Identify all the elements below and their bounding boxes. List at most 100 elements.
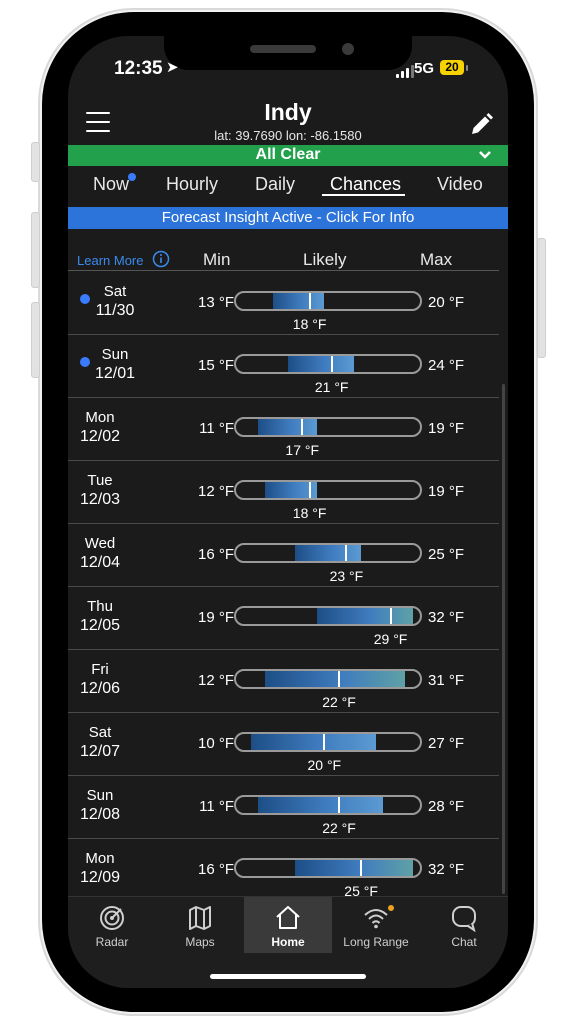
- tab-bar: Now Hourly Daily Chances Video: [68, 166, 508, 208]
- likely-marker: [330, 356, 333, 372]
- min-temp: 10 °F: [197, 735, 234, 752]
- temp-range-fill: [265, 671, 406, 687]
- max-temp: 19 °F: [428, 420, 465, 437]
- tab-hourly[interactable]: Hourly: [166, 174, 218, 195]
- likely-temp: 29 °F: [373, 631, 408, 647]
- info-icon[interactable]: [152, 250, 170, 268]
- temp-range-track: [234, 858, 422, 878]
- speaker: [250, 45, 316, 53]
- forecast-row[interactable]: Sat 11/30 13 °F 20 °F 18 °F: [68, 272, 499, 335]
- day-name: Thu: [87, 598, 113, 615]
- forecast-row[interactable]: Wed 12/04 16 °F 25 °F 23 °F: [68, 524, 499, 587]
- location-arrow-icon: ➤: [166, 59, 179, 76]
- max-temp: 31 °F: [428, 672, 465, 689]
- forecast-row[interactable]: Mon 12/02 11 °F 19 °F 17 °F: [68, 398, 499, 461]
- likely-marker: [360, 860, 363, 876]
- mute-switch: [31, 142, 40, 182]
- battery-tip: [466, 65, 468, 71]
- min-temp: 15 °F: [197, 357, 234, 374]
- temp-range-track: [234, 795, 422, 815]
- likely-marker: [345, 545, 348, 561]
- max-temp: 28 °F: [428, 798, 465, 815]
- temp-range-track: [234, 732, 422, 752]
- radar-icon: [100, 906, 124, 930]
- temp-range-fill: [258, 797, 384, 813]
- header-divider: [68, 270, 499, 271]
- max-column-header: Max: [420, 250, 453, 269]
- volume-up-button: [31, 212, 40, 288]
- likely-temp: 18 °F: [292, 505, 327, 521]
- day-name: Sat: [103, 283, 127, 300]
- temp-range-fill: [287, 356, 354, 372]
- forecast-row[interactable]: Fri 12/06 12 °F 31 °F 22 °F: [68, 650, 499, 713]
- tab-video[interactable]: Video: [437, 174, 483, 195]
- temp-range-track: [234, 669, 422, 689]
- likely-marker: [323, 734, 326, 750]
- insight-text: Forecast Insight Active - Click For Info: [161, 209, 415, 226]
- temp-range-fill: [316, 608, 413, 624]
- status-time: 12:35: [114, 58, 163, 79]
- map-icon: [189, 906, 211, 930]
- day-date: 12/04: [79, 554, 121, 571]
- max-temp: 32 °F: [428, 609, 465, 626]
- active-tab-underline: [322, 194, 405, 196]
- nav-label: Chat: [451, 935, 477, 949]
- forecast-row[interactable]: Mon 12/09 16 °F 32 °F 25 °F: [68, 839, 499, 902]
- nav-label: Maps: [185, 935, 215, 949]
- forecast-row[interactable]: Sat 12/07 10 °F 27 °F 20 °F: [68, 713, 499, 776]
- scrollbar[interactable]: [502, 384, 505, 894]
- likely-temp: 17 °F: [285, 442, 320, 458]
- forecast-row[interactable]: Sun 12/01 15 °F 24 °F 21 °F: [68, 335, 499, 398]
- tab-daily[interactable]: Daily: [255, 174, 295, 195]
- likely-marker: [338, 671, 341, 687]
- power-button: [537, 238, 546, 358]
- learn-more-link[interactable]: Learn More: [77, 253, 143, 268]
- likely-column-header: Likely: [303, 250, 347, 269]
- likely-marker: [301, 419, 304, 435]
- edit-pencil-icon[interactable]: [468, 112, 494, 138]
- temp-range-fill: [294, 545, 362, 561]
- notch: [164, 36, 412, 70]
- tab-now[interactable]: Now: [93, 174, 129, 195]
- nav-long-range[interactable]: Long Range: [332, 897, 420, 953]
- alert-bar[interactable]: All Clear: [68, 145, 508, 166]
- nav-maps[interactable]: Maps: [156, 897, 244, 953]
- day-name: Sat: [88, 724, 112, 741]
- min-temp: 13 °F: [197, 294, 234, 311]
- nav-radar[interactable]: Radar: [68, 897, 156, 953]
- max-temp: 24 °F: [428, 357, 465, 374]
- tab-chances[interactable]: Chances: [330, 174, 401, 195]
- app-screen: 12:35 ➤ 5G 20 Indy lat: 39.7690 lon: -86…: [68, 36, 508, 988]
- likely-temp: 18 °F: [292, 316, 327, 332]
- day-date: 11/30: [95, 302, 135, 319]
- day-name: Wed: [84, 535, 116, 552]
- home-indicator[interactable]: [210, 974, 366, 979]
- day-date: 12/05: [79, 617, 121, 634]
- chat-icon: [452, 906, 476, 932]
- min-temp: 19 °F: [197, 609, 234, 626]
- temp-range-fill: [258, 419, 317, 435]
- location-title[interactable]: Indy: [68, 99, 508, 126]
- nav-chat[interactable]: Chat: [420, 897, 508, 953]
- day-date: 12/01: [94, 365, 136, 382]
- forecast-insight-banner[interactable]: Forecast Insight Active - Click For Info: [68, 207, 508, 229]
- temp-range-track: [234, 543, 422, 563]
- day-name: Sun: [101, 346, 129, 363]
- nav-label: Long Range: [343, 935, 409, 949]
- forecast-row[interactable]: Sun 12/08 11 °F 28 °F 22 °F: [68, 776, 499, 839]
- forecast-row[interactable]: Thu 12/05 19 °F 32 °F 29 °F: [68, 587, 499, 650]
- likely-temp: 20 °F: [307, 757, 342, 773]
- nav-label: Radar: [95, 935, 129, 949]
- location-coords: lat: 39.7690 lon: -86.1580: [214, 128, 362, 143]
- network-type: 5G: [414, 60, 435, 77]
- day-date: 12/06: [79, 680, 121, 697]
- forecast-row[interactable]: Tue 12/03 12 °F 19 °F 18 °F: [68, 461, 499, 524]
- temp-range-track: [234, 291, 422, 311]
- notification-dot: [388, 905, 394, 911]
- notification-dot: [128, 173, 136, 181]
- camera: [342, 43, 354, 55]
- nav-home[interactable]: Home: [244, 897, 332, 953]
- min-temp: 12 °F: [197, 483, 234, 500]
- likely-marker: [308, 293, 311, 309]
- day-name: Mon: [85, 409, 115, 426]
